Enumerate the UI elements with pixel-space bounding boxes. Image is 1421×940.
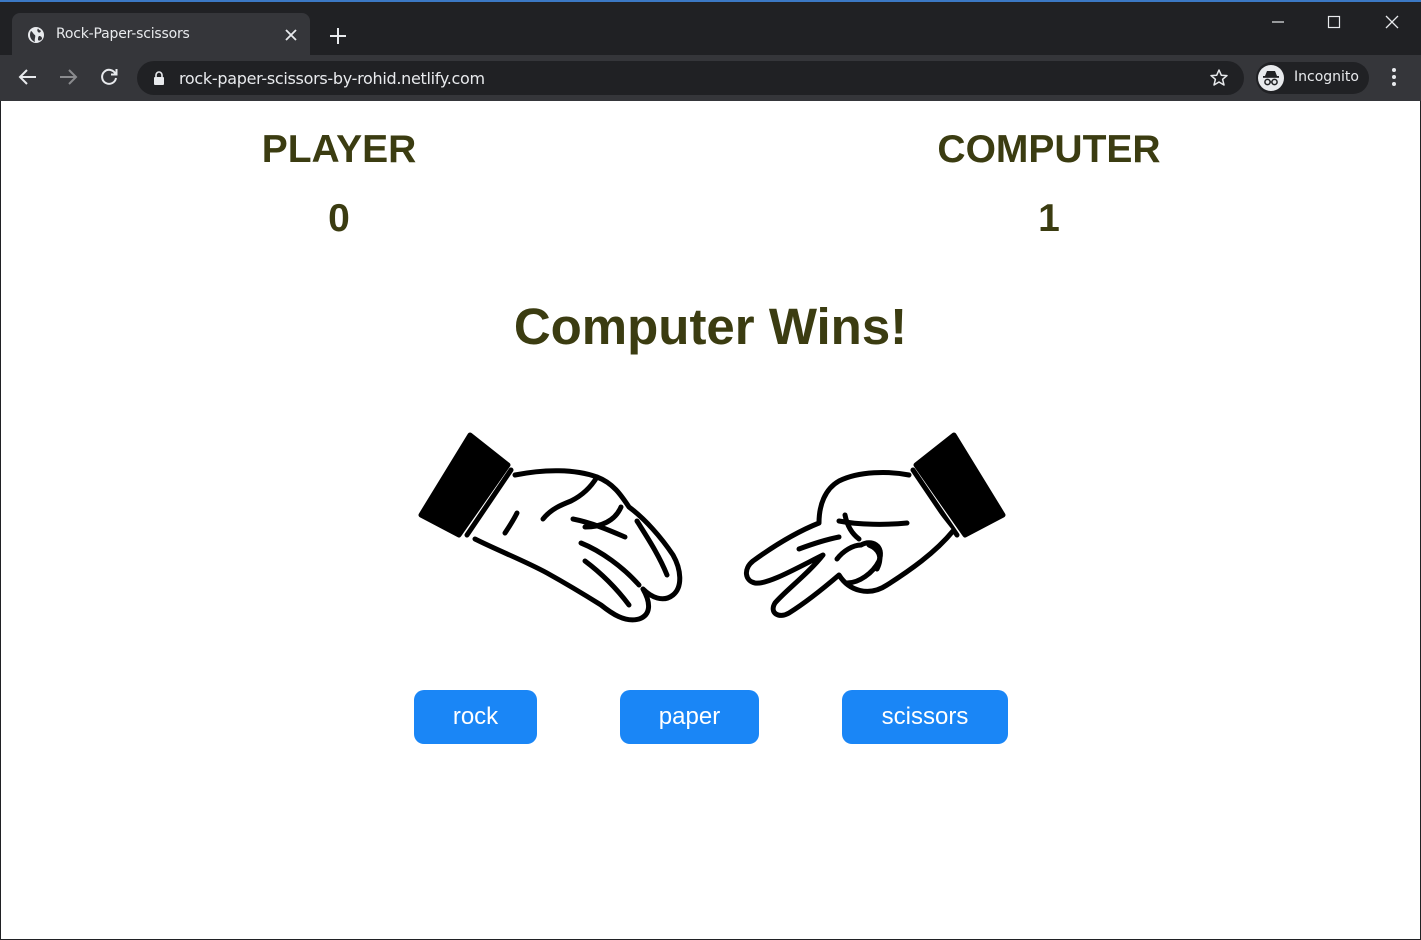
paper-button[interactable]: paper (620, 690, 759, 744)
computer-label: COMPUTER (937, 128, 1161, 171)
computer-score: 1 (1038, 197, 1060, 240)
result-message: Computer Wins! (513, 298, 908, 355)
scissors-hand-icon (744, 432, 1006, 618)
forward-arrow-icon[interactable] (56, 65, 80, 89)
game-page: PLAYER 0 COMPUTER 1 Computer Wins! rock … (1, 101, 1420, 939)
browser-window: Rock-Paper-scissors rock-paper-scissors-… (0, 0, 1421, 940)
rock-button[interactable]: rock (414, 690, 537, 744)
kebab-menu-icon[interactable] (1382, 65, 1406, 89)
globe-icon (28, 27, 44, 43)
reload-icon[interactable] (97, 65, 121, 89)
title-bar: Rock-Paper-scissors (0, 0, 1421, 57)
minimize-icon[interactable] (1266, 10, 1290, 34)
close-tab-icon[interactable] (282, 26, 300, 44)
back-arrow-icon[interactable] (16, 65, 40, 89)
close-window-icon[interactable] (1380, 10, 1404, 34)
incognito-profile-button[interactable]: Incognito (1256, 62, 1369, 94)
player-score: 0 (328, 197, 350, 240)
lock-icon[interactable] (151, 70, 167, 86)
paper-hand-icon (418, 432, 683, 623)
new-tab-icon[interactable] (326, 24, 350, 48)
scissors-button[interactable]: scissors (842, 690, 1008, 744)
incognito-label: Incognito (1294, 69, 1359, 85)
browser-toolbar: rock-paper-scissors-by-rohid.netlify.com… (0, 55, 1421, 101)
address-bar[interactable]: rock-paper-scissors-by-rohid.netlify.com (137, 61, 1244, 95)
tab-title: Rock-Paper-scissors (56, 26, 190, 42)
browser-tab[interactable]: Rock-Paper-scissors (12, 13, 310, 57)
incognito-icon (1258, 65, 1284, 91)
url-text[interactable]: rock-paper-scissors-by-rohid.netlify.com (179, 69, 485, 88)
bookmark-star-icon[interactable] (1209, 68, 1229, 88)
maximize-icon[interactable] (1322, 10, 1346, 34)
player-label: PLAYER (261, 128, 417, 171)
